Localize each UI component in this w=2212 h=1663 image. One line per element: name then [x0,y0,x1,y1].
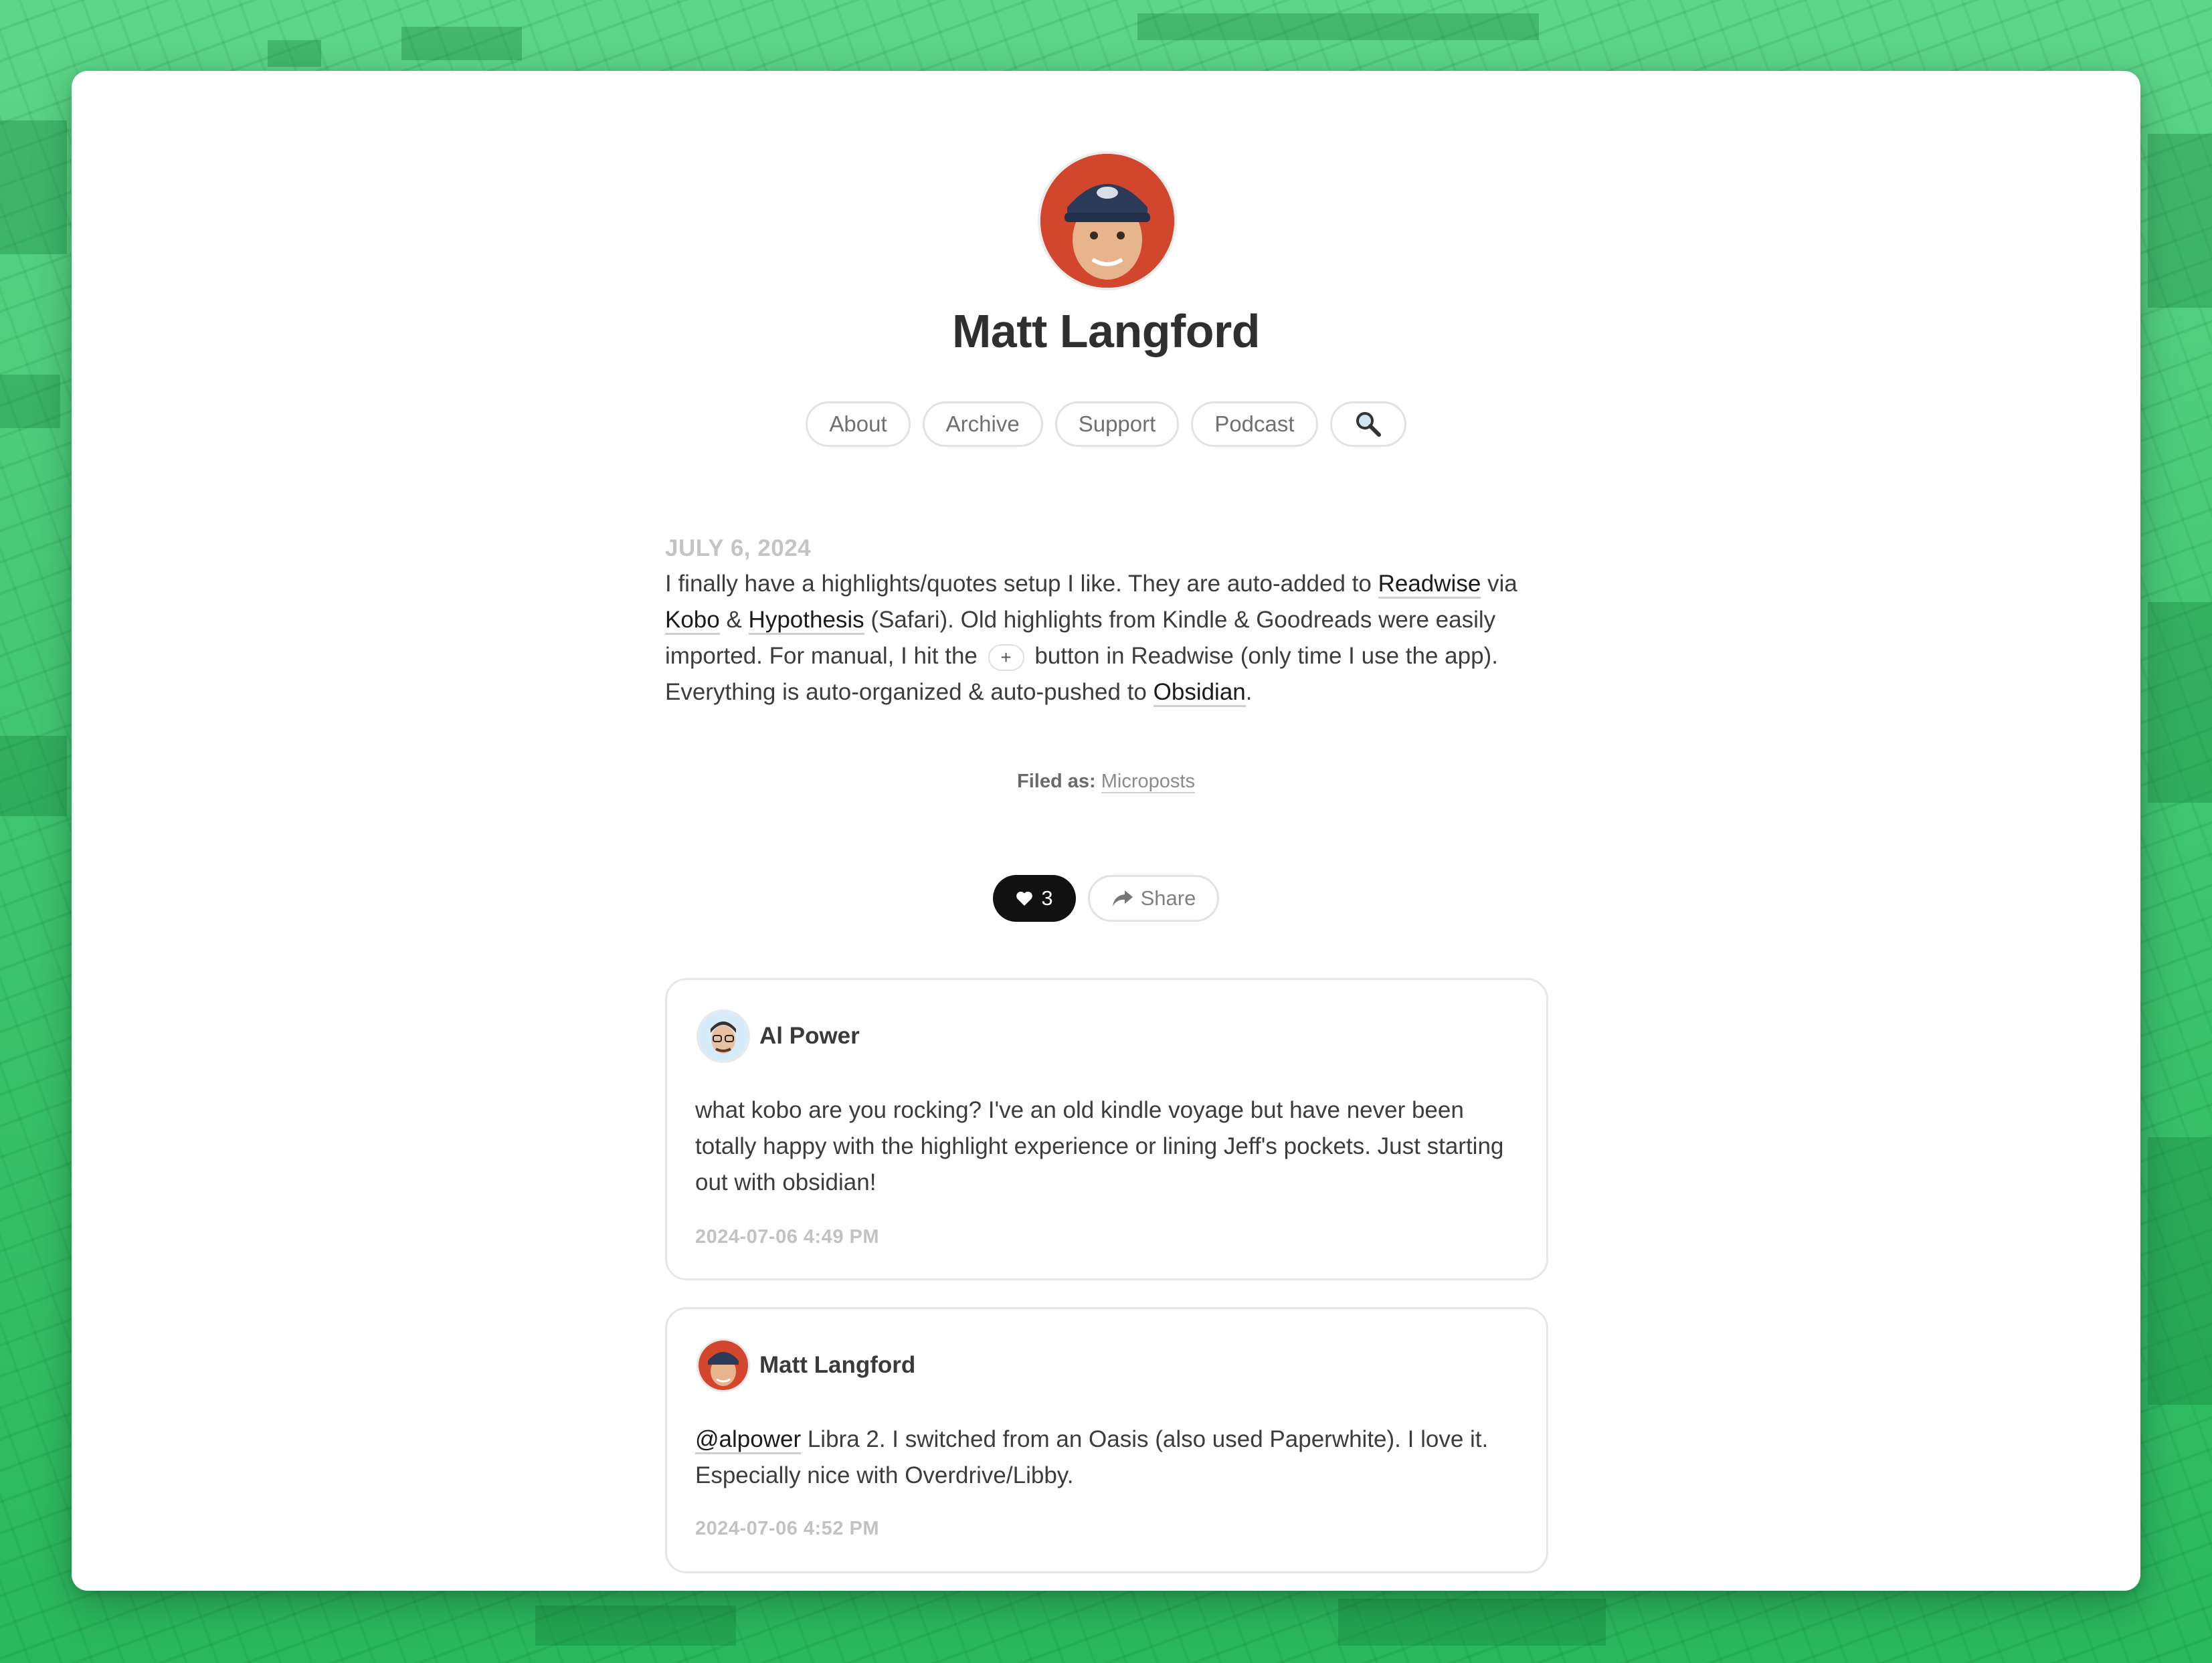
post: JULY 6, 2024 I finally have a highlights… [665,535,1548,710]
commenter-avatar[interactable] [697,1339,750,1392]
filed-label: Filed as: [1017,771,1096,792]
main-nav: About Archive Support Podcast [0,401,2212,447]
link-hypothesis[interactable]: Hypothesis [748,607,864,635]
commenter-name[interactable]: Al Power [759,1023,860,1050]
link-kobo[interactable]: Kobo [665,607,720,635]
avatar-illustration [1040,154,1174,288]
post-body: I finally have a highlights/quotes setup… [665,566,1548,710]
share-arrow-icon [1112,890,1133,906]
comment-header: Matt Langford [697,1339,915,1392]
nav-about[interactable]: About [806,401,911,447]
comment-body: Libra 2. I switched from an Oasis (also … [695,1426,1489,1488]
comment-card: Al Power what kobo are you rocking? I've… [665,978,1548,1280]
avatar-illustration [699,1011,748,1061]
profile-avatar[interactable] [1038,151,1177,290]
avatar-illustration [699,1341,748,1390]
share-label: Share [1140,886,1196,910]
comment-text: @alpower Libra 2. I switched from an Oas… [695,1422,1519,1494]
comment-timestamp[interactable]: 2024-07-06 4:49 PM [695,1226,879,1248]
mention-link[interactable]: @alpower [695,1426,802,1454]
post-actions: 3 Share [0,875,2212,922]
bg-pixel [2148,134,2212,308]
comment-card: Matt Langford @alpower Libra 2. I switch… [665,1307,1548,1573]
commenter-avatar[interactable] [697,1009,750,1063]
bg-pixel [0,120,67,254]
post-date[interactable]: JULY 6, 2024 [665,535,1548,562]
plus-key: + [988,644,1024,671]
comment-timestamp[interactable]: 2024-07-06 4:52 PM [695,1518,879,1540]
filed-as: Filed as: Microposts [0,771,2212,793]
post-text: . [1245,679,1253,705]
bg-pixel [1338,1599,1606,1646]
like-button[interactable]: 3 [993,875,1076,922]
magnifier-icon [1356,412,1381,437]
post-text: I finally have a highlights/quotes setup… [665,571,1378,597]
link-obsidian[interactable]: Obsidian [1153,679,1246,707]
link-readwise[interactable]: Readwise [1378,571,1481,599]
site-title[interactable]: Matt Langford [0,304,2212,358]
share-button[interactable]: Share [1088,875,1219,922]
search-button[interactable] [1329,401,1406,447]
category-link[interactable]: Microposts [1101,771,1195,793]
nav-archive[interactable]: Archive [922,401,1043,447]
heart-icon [1016,891,1033,906]
bg-pixel [535,1605,736,1646]
commenter-name[interactable]: Matt Langford [759,1352,915,1379]
post-text: via [1481,571,1517,597]
bg-pixel [268,40,321,67]
nav-podcast[interactable]: Podcast [1191,401,1318,447]
like-count: 3 [1041,886,1053,910]
post-text: & [719,607,749,633]
nav-support[interactable]: Support [1054,401,1180,447]
bg-pixel [2148,1137,2212,1405]
bg-pixel [401,27,522,60]
comment-header: Al Power [697,1009,860,1063]
comment-text: what kobo are you rocking? I've an old k… [695,1097,1504,1195]
bg-pixel [1137,13,1539,40]
